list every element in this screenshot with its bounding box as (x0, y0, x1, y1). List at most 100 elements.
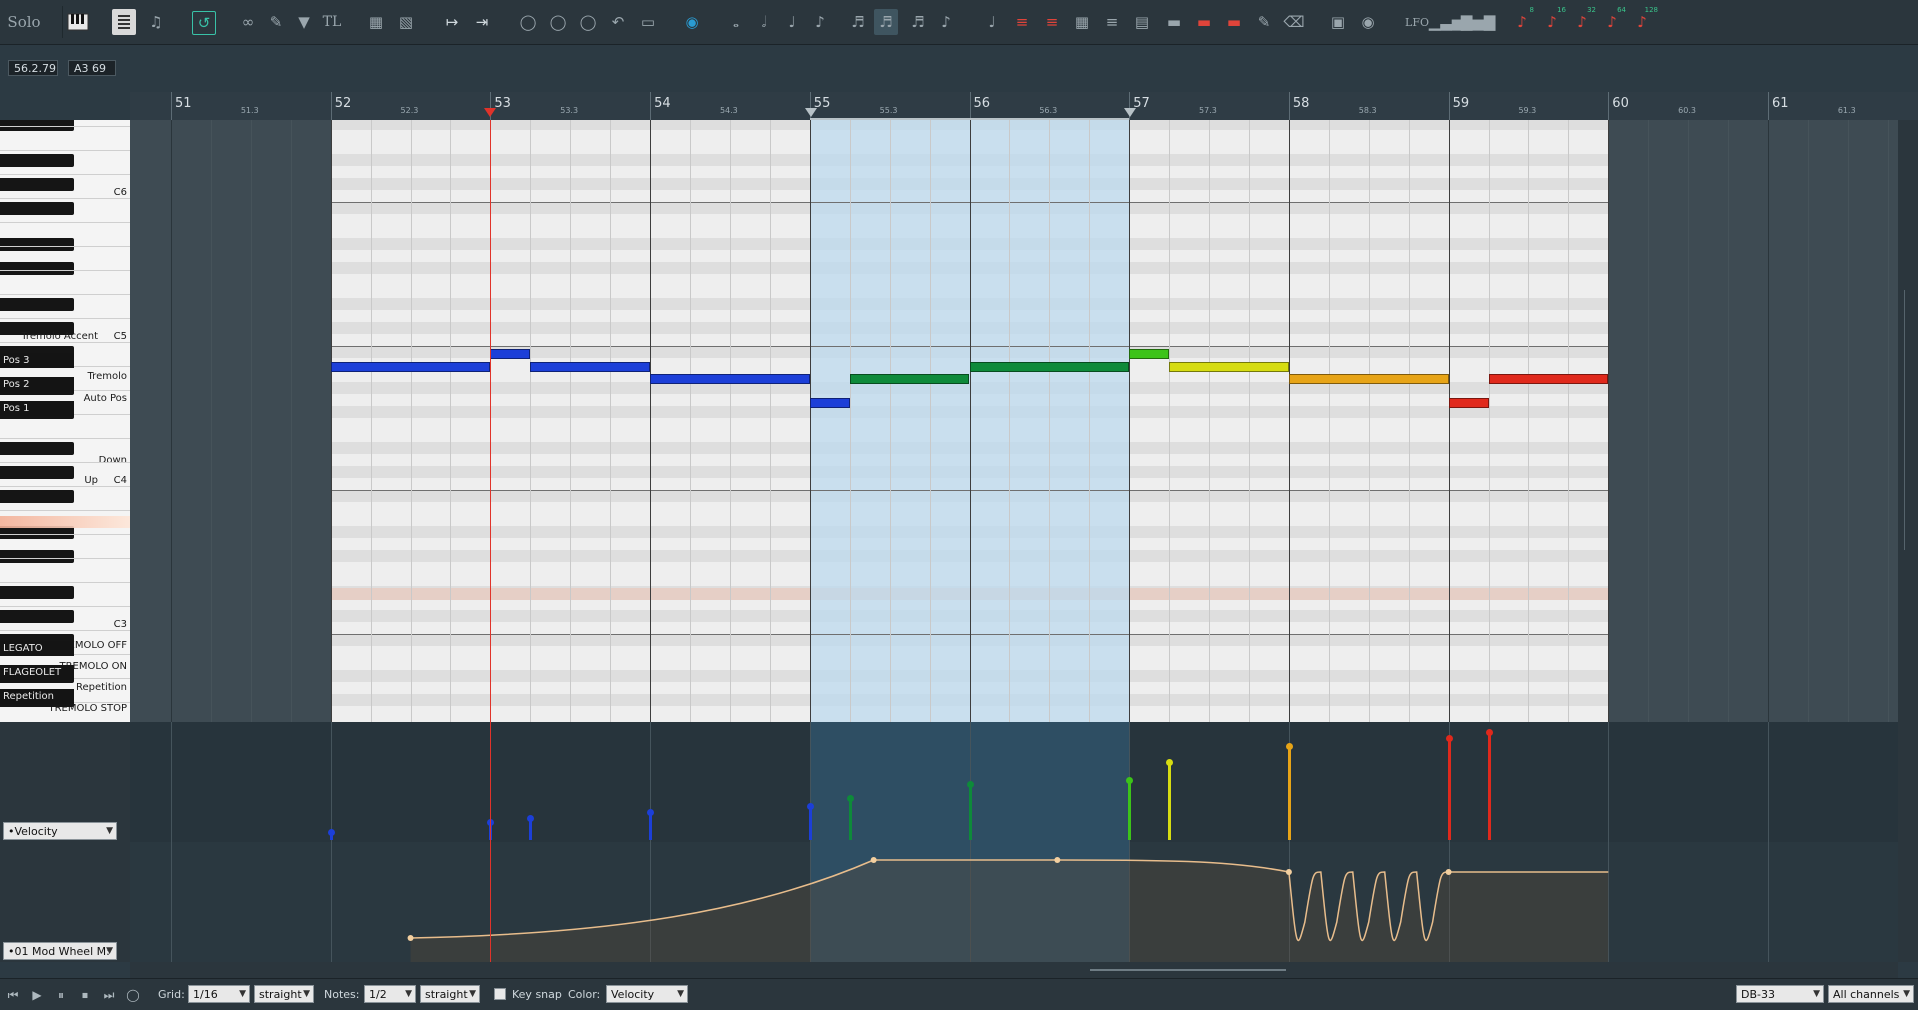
midi-note[interactable] (1488, 374, 1609, 384)
note-half-icon[interactable]: 𝅗𝅥 (752, 9, 776, 35)
velocity-handle[interactable] (327, 829, 335, 836)
event-list-icon[interactable] (112, 9, 136, 35)
grid-select[interactable]: 1/16 ▼ (188, 985, 250, 1003)
strum-icon[interactable]: ▤ (1130, 9, 1154, 35)
timeline-ruler[interactable]: 51 51.3 52 52.3 53 53.3 54 54.3 55 55.3 56 56.3 57 57… (130, 92, 1918, 120)
velocity-handle[interactable] (527, 815, 535, 822)
velocity-stem[interactable] (1487, 732, 1491, 840)
zoom-a-icon[interactable]: ◉ (1356, 9, 1380, 35)
zoom-in-icon[interactable]: ◯ (516, 9, 540, 35)
note-32nd-icon[interactable]: ♬ (874, 9, 898, 35)
note-value-32-icon[interactable]: ♪ 32 (1570, 6, 1596, 35)
velocity-handle[interactable] (1166, 759, 1174, 766)
multi-edit-2-icon[interactable]: ▧ (394, 9, 418, 35)
black-key[interactable] (0, 154, 74, 167)
mute-notes-icon[interactable]: ▬ (1222, 9, 1246, 35)
chord-icon[interactable]: ▦ (1070, 9, 1094, 35)
black-key[interactable] (0, 586, 74, 599)
velocity-stem[interactable] (1447, 738, 1451, 840)
piano-icon[interactable] (66, 9, 90, 35)
velocity-handle[interactable] (806, 803, 814, 810)
velocity-lane[interactable] (130, 722, 1898, 842)
midi-note[interactable] (809, 398, 850, 408)
black-key[interactable] (0, 550, 74, 563)
zoom-full-icon[interactable]: ▭ (636, 9, 660, 35)
midi-note[interactable] (1288, 374, 1449, 384)
black-key[interactable] (0, 298, 74, 311)
link-icon[interactable]: ∞ (236, 9, 260, 35)
humanize-icon[interactable]: ≡ (1040, 9, 1064, 35)
tl-button[interactable]: TL (320, 9, 344, 35)
key-snap-checkbox[interactable] (494, 988, 506, 1000)
midi-note[interactable] (650, 374, 810, 384)
velocity-stem[interactable] (808, 806, 812, 840)
black-key[interactable] (0, 262, 74, 275)
insert-icon[interactable]: ✎ (264, 9, 288, 35)
note-triplet-icon[interactable]: ♪ (934, 9, 958, 35)
move-end-icon[interactable]: ⇥ (470, 9, 494, 35)
velocity-stem[interactable] (1287, 746, 1291, 840)
skip-end-icon[interactable]: ⏭ (100, 986, 118, 1004)
midi-note[interactable] (1129, 349, 1170, 359)
velocity-stem[interactable] (649, 812, 653, 840)
quantize-icon[interactable]: ♩ (980, 9, 1004, 35)
stop-icon[interactable]: ⏹ (76, 986, 94, 1004)
velocity-stem[interactable] (1168, 762, 1172, 840)
velocity-bars-icon[interactable]: ▇▅▇ (1461, 9, 1496, 35)
keyswitch-legato[interactable]: LEGATO (0, 641, 74, 656)
loop-icon[interactable]: ↺ (192, 11, 216, 35)
cc-point[interactable] (1445, 869, 1452, 875)
velocity-handle[interactable] (846, 795, 854, 802)
midi-note[interactable] (1169, 362, 1289, 372)
black-key[interactable] (0, 610, 74, 623)
velocity-handle[interactable] (1285, 743, 1293, 750)
cc-point[interactable] (870, 857, 877, 863)
loop-end-marker[interactable] (1124, 108, 1137, 117)
velocity-stem[interactable] (968, 784, 972, 840)
cc-lane[interactable] (130, 842, 1898, 962)
velocity-stem[interactable] (848, 798, 852, 840)
note-64th-icon[interactable]: ♬ (906, 9, 930, 35)
cc-point[interactable] (1285, 869, 1292, 875)
velocity-handle[interactable] (647, 809, 655, 816)
filter-icon[interactable]: ▼ (292, 9, 316, 35)
midi-note[interactable] (490, 349, 531, 359)
black-key[interactable] (0, 178, 74, 191)
note-value-16-icon[interactable]: ♪ 16 (1540, 6, 1566, 35)
velocity-handle[interactable] (1126, 777, 1134, 784)
zoom-fit-icon[interactable]: ◯ (576, 9, 600, 35)
keyswitch-flageolet[interactable]: FLAGEOLET (0, 665, 74, 680)
vertical-scroll-thumb[interactable] (1904, 290, 1913, 550)
keyswitch-pos2[interactable]: Pos 2 (0, 377, 74, 392)
follow-playhead-icon[interactable]: ◉ (680, 9, 704, 35)
velocity-lane-select[interactable]: •Velocity ▼ (3, 822, 117, 840)
midi-note[interactable] (330, 362, 491, 372)
zoom-out-icon[interactable]: ◯ (546, 9, 570, 35)
lfo-button[interactable]: LFO (1402, 9, 1432, 35)
horizontal-scrollbar[interactable] (130, 962, 1898, 978)
eraser-icon[interactable]: ⌫ (1282, 9, 1306, 35)
midi-note[interactable] (530, 362, 651, 372)
legato-icon[interactable]: ≡ (1010, 9, 1034, 35)
pause-icon[interactable]: ⏸ (52, 986, 70, 1004)
undo-zoom-icon[interactable]: ↶ (606, 9, 630, 35)
velocity-handle[interactable] (1485, 729, 1493, 736)
note-whole-icon[interactable]: 𝅝 (724, 9, 748, 35)
note-value-64-icon[interactable]: ♪ 64 (1600, 6, 1626, 35)
velocity-stem[interactable] (1128, 780, 1132, 840)
channel-select[interactable]: All channels ▼ (1828, 985, 1914, 1003)
velocity-handle[interactable] (966, 781, 974, 788)
vertical-scrollbar[interactable] (1898, 120, 1918, 962)
solo-button[interactable]: Solo (4, 10, 44, 34)
cc-point[interactable] (1054, 857, 1061, 863)
keymap-select[interactable]: DB-33 ▼ (1736, 985, 1824, 1003)
black-key[interactable] (0, 202, 74, 215)
record-icon[interactable]: ◯ (124, 986, 142, 1004)
color-select[interactable]: Velocity ▼ (606, 985, 688, 1003)
keyswitch-pos3[interactable]: Pos 3 (0, 353, 74, 368)
play-icon[interactable]: ▶ (28, 986, 46, 1004)
note-quarter-icon[interactable]: ♩ (780, 9, 804, 35)
multi-edit-icon[interactable]: ▦ (364, 9, 388, 35)
black-key[interactable] (0, 442, 74, 455)
zoom-h-icon[interactable]: ▣ (1326, 9, 1350, 35)
